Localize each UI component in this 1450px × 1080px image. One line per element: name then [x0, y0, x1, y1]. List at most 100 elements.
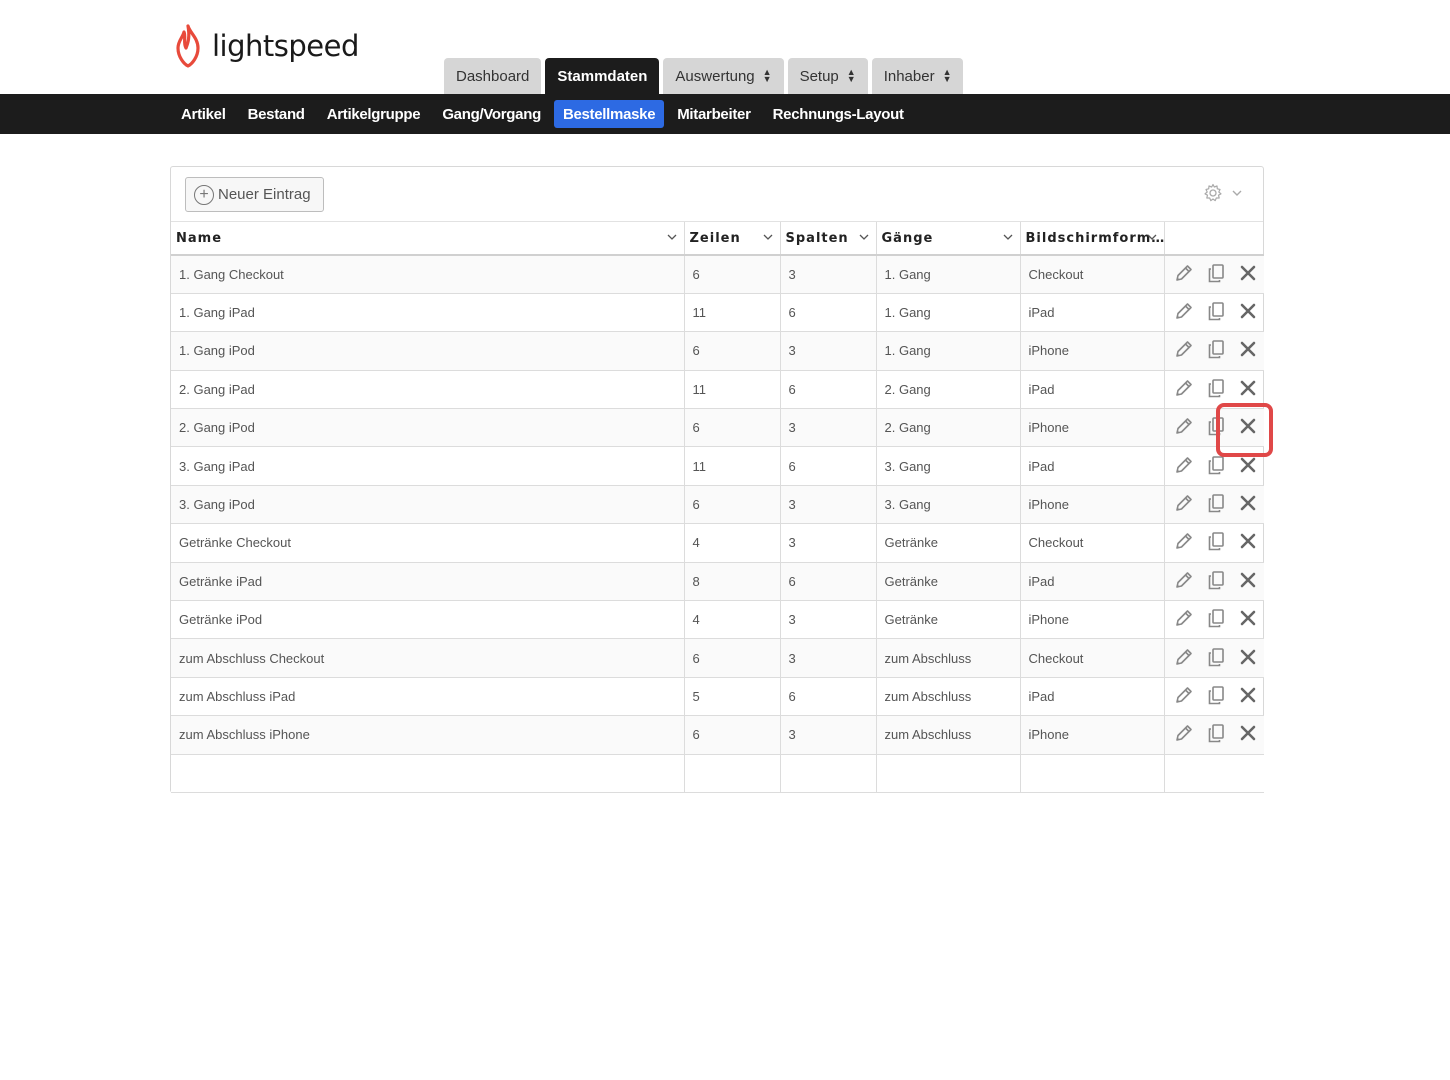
delete-button[interactable] [1237, 300, 1259, 325]
delete-button[interactable] [1237, 262, 1259, 287]
cell-actions [1164, 677, 1264, 717]
chevron-down-icon [667, 234, 676, 240]
edit-button[interactable] [1173, 415, 1195, 440]
column-header-gaenge[interactable]: Gänge [876, 222, 1021, 256]
copy-button[interactable] [1205, 530, 1227, 555]
copy-button[interactable] [1205, 492, 1227, 517]
column-header-actions [1164, 222, 1264, 256]
empty-cell [780, 754, 877, 793]
cell-name: 2. Gang iPod [171, 408, 685, 448]
edit-button[interactable] [1173, 300, 1195, 325]
edit-button[interactable] [1173, 569, 1195, 594]
subnav-mitarbeiter[interactable]: Mitarbeiter [668, 100, 759, 128]
column-header-name[interactable]: Name [171, 222, 685, 256]
copy-button[interactable] [1205, 569, 1227, 594]
empty-row [171, 754, 1264, 793]
delete-button[interactable] [1237, 569, 1259, 594]
cell-gaenge: 3. Gang [876, 485, 1021, 525]
table-row[interactable]: 1. Gang iPad 11 6 1. Gang iPad [171, 293, 1264, 333]
table-row[interactable]: zum Abschluss Checkout 6 3 zum Abschluss Che… [171, 638, 1264, 678]
copy-button[interactable] [1205, 607, 1227, 632]
subnav-gang-vorgang[interactable]: Gang/Vorgang [433, 100, 550, 128]
cell-zeilen: 6 [684, 715, 781, 755]
copy-button[interactable] [1205, 646, 1227, 671]
delete-button[interactable] [1237, 530, 1259, 555]
subnav-bestellmaske[interactable]: Bestellmaske [553, 100, 665, 128]
cell-zeilen: 4 [684, 523, 781, 563]
table-row[interactable]: 1. Gang iPod 6 3 1. Gang iPhone [171, 331, 1264, 371]
new-entry-button[interactable]: + Neuer Eintrag [185, 177, 324, 212]
table-row[interactable]: 2. Gang iPod 6 3 2. Gang iPhone [171, 408, 1264, 448]
delete-button[interactable] [1237, 377, 1259, 402]
table-row[interactable]: zum Abschluss iPhone 6 3 zum Abschluss iPhon… [171, 715, 1264, 755]
column-header-bildschirmform[interactable]: Bildschirmform… [1020, 222, 1165, 256]
sub-navigation: Artikel Bestand Artikelgruppe Gang/Vorga… [0, 94, 1450, 134]
tab-stammdaten[interactable]: Stammdaten [545, 58, 660, 94]
copy-icon [1208, 302, 1224, 321]
edit-button[interactable] [1173, 530, 1195, 555]
cell-name: 3. Gang iPad [171, 446, 685, 486]
cell-name: 1. Gang Checkout [171, 255, 685, 294]
cell-bildschirmform: iPad [1020, 562, 1165, 602]
cell-zeilen: 6 [684, 408, 781, 448]
subnav-rechnungs-layout[interactable]: Rechnungs-Layout [764, 100, 913, 128]
column-header-spalten[interactable]: Spalten [780, 222, 877, 256]
delete-button[interactable] [1237, 492, 1259, 517]
cell-spalten: 6 [780, 446, 877, 486]
cell-actions [1164, 600, 1264, 640]
copy-button[interactable] [1205, 722, 1227, 747]
edit-button[interactable] [1173, 262, 1195, 287]
delete-button[interactable] [1237, 684, 1259, 709]
delete-button[interactable] [1237, 607, 1259, 632]
table-row[interactable]: Getränke Checkout 4 3 Getränke Checkout [171, 523, 1264, 563]
column-header-zeilen[interactable]: Zeilen [684, 222, 781, 256]
cell-zeilen: 11 [684, 370, 781, 410]
edit-button[interactable] [1173, 454, 1195, 479]
table-row[interactable]: Getränke iPad 8 6 Getränke iPad [171, 562, 1264, 602]
delete-button[interactable] [1237, 338, 1259, 363]
delete-button[interactable] [1237, 454, 1259, 479]
cell-gaenge: zum Abschluss [876, 638, 1021, 678]
tab-inhaber[interactable]: Inhaber ▲ ▼ [871, 58, 964, 94]
subnav-artikelgruppe[interactable]: Artikelgruppe [318, 100, 430, 128]
tab-auswertung[interactable]: Auswertung ▲ ▼ [663, 58, 784, 94]
table-row[interactable]: Getränke iPod 4 3 Getränke iPhone [171, 600, 1264, 640]
edit-button[interactable] [1173, 607, 1195, 632]
delete-icon [1240, 534, 1255, 549]
table-panel: + Neuer Eintrag Name Zeilen Spalten Gäng… [170, 166, 1264, 793]
pencil-icon [1175, 341, 1192, 358]
copy-button[interactable] [1205, 300, 1227, 325]
copy-button[interactable] [1205, 377, 1227, 402]
bestellmaske-table: Name Zeilen Spalten Gänge Bildschirmform… [171, 222, 1264, 793]
table-row[interactable]: 1. Gang Checkout 6 3 1. Gang Checkout [171, 255, 1264, 294]
edit-button[interactable] [1173, 492, 1195, 517]
edit-button[interactable] [1173, 684, 1195, 709]
lightspeed-logo[interactable]: lightspeed [172, 24, 359, 68]
cell-spalten: 6 [780, 370, 877, 410]
cell-bildschirmform: iPad [1020, 677, 1165, 717]
delete-icon [1240, 649, 1255, 664]
table-settings-button[interactable] [1203, 183, 1243, 203]
table-row[interactable]: zum Abschluss iPad 5 6 zum Abschluss iPad [171, 677, 1264, 717]
subnav-bestand[interactable]: Bestand [239, 100, 314, 128]
edit-button[interactable] [1173, 338, 1195, 363]
table-row[interactable]: 3. Gang iPod 6 3 3. Gang iPhone [171, 485, 1264, 525]
delete-button[interactable] [1237, 722, 1259, 747]
table-row[interactable]: 2. Gang iPad 11 6 2. Gang iPad [171, 370, 1264, 410]
cell-name: 1. Gang iPad [171, 293, 685, 333]
column-label: Name [176, 230, 223, 246]
table-row[interactable]: 3. Gang iPad 11 6 3. Gang iPad [171, 446, 1264, 486]
edit-button[interactable] [1173, 646, 1195, 671]
tab-setup[interactable]: Setup ▲ ▼ [787, 58, 868, 94]
copy-button[interactable] [1205, 338, 1227, 363]
copy-button[interactable] [1205, 454, 1227, 479]
subnav-artikel[interactable]: Artikel [172, 100, 235, 128]
tab-dashboard[interactable]: Dashboard [444, 58, 542, 94]
edit-button[interactable] [1173, 722, 1195, 747]
edit-button[interactable] [1173, 377, 1195, 402]
delete-button[interactable] [1237, 646, 1259, 671]
copy-button[interactable] [1205, 684, 1227, 709]
copy-button[interactable] [1205, 262, 1227, 287]
cell-actions [1164, 715, 1264, 755]
cell-bildschirmform: iPhone [1020, 331, 1165, 371]
